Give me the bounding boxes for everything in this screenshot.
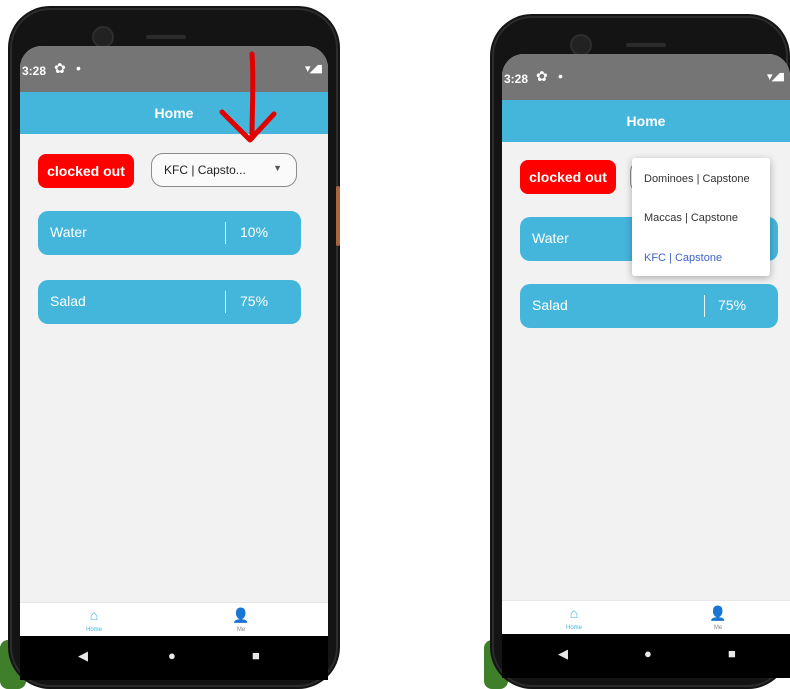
notification-dot-icon: •: [76, 60, 81, 76]
person-icon: 👤: [709, 605, 727, 621]
nav-home[interactable]: ⌂ Home: [74, 607, 114, 633]
caret-down-icon: ▼: [273, 163, 282, 173]
task-card[interactable]: Salad 75%: [38, 280, 301, 324]
front-camera: [92, 26, 114, 48]
status-bar: 3:28 ✿ • ▾◢▮: [502, 54, 790, 100]
task-name: Salad: [532, 297, 568, 313]
home-icon: ⌂: [89, 607, 99, 623]
task-card[interactable]: Salad 75%: [520, 284, 778, 328]
task-percent: 10%: [240, 224, 269, 240]
system-navigation-bar: ◀ ● ■: [20, 636, 328, 680]
nav-me-label: Me: [236, 627, 246, 633]
task-percent: 75%: [718, 297, 747, 313]
page-title: Home: [154, 105, 194, 121]
status-time: 3:28: [22, 64, 47, 78]
nav-home-label: Home: [565, 625, 582, 631]
side-button: [336, 186, 340, 246]
back-icon[interactable]: ◀: [78, 648, 88, 664]
dropdown-option[interactable]: Dominoes | Capstone: [644, 173, 750, 185]
annotation-arrow-head: [219, 109, 277, 143]
speaker-grille: [626, 43, 666, 47]
front-camera: [570, 34, 592, 56]
recents-icon[interactable]: ■: [728, 646, 736, 661]
task-divider: [704, 295, 705, 317]
store-dropdown[interactable]: KFC | Capsto... ▼: [151, 153, 297, 187]
task-card[interactable]: Water 10%: [38, 211, 301, 255]
phone-right: 3:28 ✿ • ▾◢▮ Home clocked out Water 10% …: [490, 14, 790, 689]
settings-notification-icon: ✿: [54, 60, 66, 76]
status-time: 3:28: [504, 72, 529, 86]
nav-home[interactable]: ⌂ Home: [554, 605, 594, 631]
app-bar: Home: [502, 100, 790, 142]
notification-dot-icon: •: [558, 68, 563, 84]
system-navigation-bar: ◀ ● ■: [502, 634, 790, 678]
store-dropdown-value: KFC | Capsto...: [164, 163, 246, 177]
annotation-arrow: [219, 51, 277, 143]
task-name: Water: [50, 224, 87, 240]
dropdown-option[interactable]: Maccas | Capstone: [644, 212, 738, 224]
task-divider: [225, 222, 226, 244]
system-home-icon[interactable]: ●: [644, 646, 652, 661]
settings-notification-icon: ✿: [536, 68, 548, 84]
page-title: Home: [626, 113, 666, 129]
task-name: Water: [532, 230, 569, 246]
back-icon[interactable]: ◀: [558, 646, 568, 662]
dropdown-option-selected[interactable]: KFC | Capstone: [644, 252, 722, 264]
nav-home-label: Home: [85, 627, 102, 633]
nav-me[interactable]: 👤 Me: [221, 607, 261, 633]
phone-left: 3:28 ✿ • ▾◢▮ Home clocked out KFC | Caps…: [8, 6, 340, 689]
system-home-icon[interactable]: ●: [168, 648, 176, 663]
nav-me[interactable]: 👤 Me: [698, 605, 738, 631]
signal-battery-icon: ▾◢▮: [766, 71, 785, 83]
task-percent: 75%: [240, 293, 269, 309]
signal-battery-icon: ▾◢▮: [304, 63, 323, 75]
annotation-arrow-shaft: [249, 51, 256, 141]
task-divider: [225, 291, 226, 313]
clock-status-button[interactable]: clocked out: [520, 160, 616, 194]
home-icon: ⌂: [569, 605, 579, 621]
recents-icon[interactable]: ■: [252, 648, 260, 663]
screen-right: 3:28 ✿ • ▾◢▮ Home clocked out Water 10% …: [502, 54, 790, 644]
clock-status-button[interactable]: clocked out: [38, 154, 134, 188]
store-dropdown-menu: Dominoes | Capstone Maccas | Capstone KF…: [632, 158, 770, 276]
speaker-grille: [146, 35, 186, 39]
task-name: Salad: [50, 293, 86, 309]
nav-me-label: Me: [713, 625, 723, 631]
person-icon: 👤: [232, 607, 250, 623]
